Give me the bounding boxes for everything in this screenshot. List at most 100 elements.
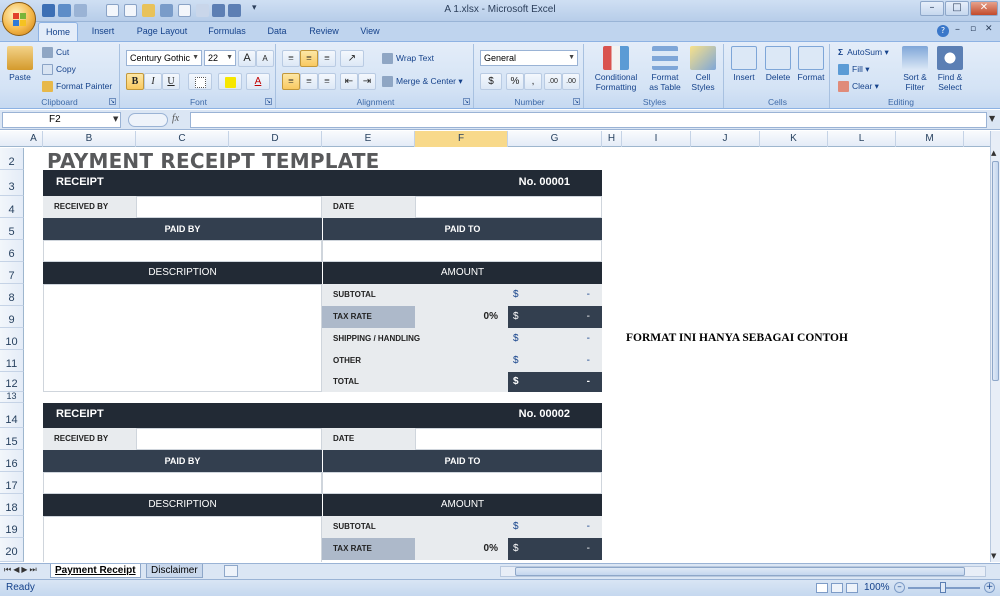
fill-button[interactable]: Fill ▾ bbox=[838, 64, 870, 76]
chevron-down-icon[interactable]: ▼ bbox=[113, 115, 118, 123]
receipt-2-paid-to-input[interactable] bbox=[322, 472, 602, 494]
fill-color-button[interactable] bbox=[218, 73, 242, 90]
percent-button[interactable]: % bbox=[506, 73, 524, 90]
tab-review[interactable]: Review bbox=[302, 22, 346, 41]
delete-cells-button[interactable]: Delete bbox=[762, 46, 794, 82]
column-header-l[interactable]: L bbox=[828, 131, 896, 147]
scroll-up-icon[interactable]: ▲ bbox=[991, 149, 996, 157]
receipt-1-other-value[interactable]: $ - bbox=[508, 350, 602, 372]
worksheet-grid[interactable]: PAYMENT RECEIPT TEMPLATE RECEIPT No. 000… bbox=[25, 148, 990, 562]
number-launcher-icon[interactable]: ↘ bbox=[573, 98, 580, 105]
italic-button[interactable]: I bbox=[144, 73, 162, 90]
name-box[interactable]: F2 bbox=[2, 112, 121, 128]
row-header-8[interactable]: 8 bbox=[0, 284, 24, 306]
sheet-tab-payment-receipt[interactable]: Payment Receipt bbox=[50, 564, 141, 578]
increase-decimal-button[interactable]: .00 bbox=[544, 73, 562, 90]
borders-button[interactable] bbox=[188, 73, 212, 90]
column-header-g[interactable]: G bbox=[508, 131, 602, 147]
minimize-button[interactable]: – bbox=[920, 1, 944, 16]
receipt-1-date-input[interactable] bbox=[415, 196, 602, 218]
orientation-button[interactable]: ↗ bbox=[340, 50, 364, 67]
format-as-table-button[interactable]: Format as Table bbox=[644, 46, 686, 92]
scroll-down-icon[interactable]: ▼ bbox=[991, 552, 996, 560]
receipt-2-date-input[interactable] bbox=[415, 428, 602, 450]
underline-button[interactable]: U bbox=[162, 73, 180, 90]
row-header-7[interactable]: 7 bbox=[0, 262, 24, 284]
column-header-d[interactable]: D bbox=[229, 131, 322, 147]
copy-button[interactable]: Copy bbox=[42, 64, 76, 76]
row-header-20[interactable]: 20 bbox=[0, 538, 24, 562]
row-header-16[interactable]: 16 bbox=[0, 450, 24, 472]
row-header-13[interactable]: 13 bbox=[0, 392, 24, 403]
clear-button[interactable]: Clear ▾ bbox=[838, 81, 879, 93]
column-header-c[interactable]: C bbox=[136, 131, 229, 147]
align-left-button[interactable]: ≡ bbox=[282, 73, 300, 90]
sheet-navigation-icon[interactable]: ⏮◀▶⏭ bbox=[4, 565, 39, 575]
receipt-1-shipping-value[interactable]: $ - bbox=[508, 328, 602, 350]
font-name-select[interactable]: Century Gothic ▼ bbox=[126, 50, 202, 66]
receipt-1-received-by-input[interactable] bbox=[136, 196, 322, 218]
tab-insert[interactable]: Insert bbox=[84, 22, 122, 41]
column-header-e[interactable]: E bbox=[322, 131, 415, 147]
column-header-i[interactable]: I bbox=[622, 131, 691, 147]
row-header-2[interactable]: 2 bbox=[0, 148, 24, 170]
align-top-button[interactable]: ≡ bbox=[282, 50, 300, 67]
wrap-text-button[interactable]: Wrap Text bbox=[382, 53, 434, 65]
align-middle-button[interactable]: ≡ bbox=[300, 50, 318, 67]
row-header-5[interactable]: 5 bbox=[0, 218, 24, 240]
receipt-2-tax-rate-value[interactable]: 0% bbox=[415, 538, 508, 560]
close-button[interactable]: ✕ bbox=[970, 1, 998, 16]
currency-button[interactable]: $ bbox=[480, 73, 502, 90]
cell-styles-button[interactable]: Cell Styles bbox=[686, 46, 720, 92]
receipt-1-paid-to-input[interactable] bbox=[322, 240, 602, 262]
zoom-level[interactable]: 100% bbox=[864, 582, 890, 593]
tab-home[interactable]: Home bbox=[38, 22, 78, 41]
insert-sheet-icon[interactable] bbox=[224, 565, 238, 577]
insert-function-button[interactable]: fx bbox=[172, 113, 179, 124]
bold-button[interactable]: B bbox=[126, 73, 144, 90]
format-cells-button[interactable]: Format bbox=[794, 46, 828, 82]
font-size-select[interactable]: 22 ▼ bbox=[204, 50, 236, 66]
scrollbar-thumb[interactable] bbox=[992, 161, 999, 381]
row-header-9[interactable]: 9 bbox=[0, 306, 24, 328]
alignment-launcher-icon[interactable]: ↘ bbox=[463, 98, 470, 105]
format-painter-button[interactable]: Format Painter bbox=[42, 81, 112, 93]
workbook-restore-icon[interactable]: ▫ bbox=[970, 24, 976, 34]
comma-button[interactable]: , bbox=[524, 73, 542, 90]
horizontal-scrollbar[interactable] bbox=[500, 566, 986, 577]
column-header-j[interactable]: J bbox=[691, 131, 760, 147]
workbook-close-icon[interactable]: ✕ bbox=[985, 24, 993, 34]
cut-button[interactable]: Cut bbox=[42, 47, 69, 59]
sort-filter-button[interactable]: Sort & Filter bbox=[898, 46, 932, 92]
tab-formulas[interactable]: Formulas bbox=[202, 22, 252, 41]
office-button[interactable] bbox=[2, 2, 36, 36]
row-header-12[interactable]: 12 bbox=[0, 372, 24, 392]
row-header-19[interactable]: 19 bbox=[0, 516, 24, 538]
help-icon[interactable]: ? bbox=[937, 25, 949, 37]
expand-formula-bar-icon[interactable]: ▼ bbox=[989, 114, 995, 123]
receipt-1-description-area[interactable] bbox=[43, 284, 322, 392]
receipt-2-paid-by-input[interactable] bbox=[43, 472, 322, 494]
sheet-tab-disclaimer[interactable]: Disclaimer bbox=[146, 564, 203, 578]
row-header-15[interactable]: 15 bbox=[0, 428, 24, 450]
font-launcher-icon[interactable]: ↘ bbox=[265, 98, 272, 105]
tab-data[interactable]: Data bbox=[260, 22, 294, 41]
vertical-scrollbar[interactable]: ▲ ▼ bbox=[990, 131, 1000, 562]
paste-button[interactable]: Paste bbox=[5, 46, 35, 82]
decrease-decimal-button[interactable]: .00 bbox=[562, 73, 580, 90]
row-header-10[interactable]: 10 bbox=[0, 328, 24, 350]
tab-view[interactable]: View bbox=[354, 22, 386, 41]
zoom-out-icon[interactable]: – bbox=[894, 582, 905, 593]
column-header-a[interactable]: A bbox=[25, 131, 43, 147]
insert-cells-button[interactable]: Insert bbox=[728, 46, 760, 82]
merge-center-button[interactable]: Merge & Center ▾ bbox=[382, 76, 463, 88]
horizontal-scrollbar-thumb[interactable] bbox=[515, 567, 965, 576]
conditional-formatting-button[interactable]: Conditional Formatting bbox=[590, 46, 642, 92]
column-header-k[interactable]: K bbox=[760, 131, 828, 147]
row-header-6[interactable]: 6 bbox=[0, 240, 24, 262]
row-header-14[interactable]: 14 bbox=[0, 403, 24, 428]
receipt-1-subtotal-value[interactable]: $ - bbox=[508, 284, 602, 306]
formula-input[interactable] bbox=[190, 112, 987, 128]
receipt-1-tax-rate-value[interactable]: 0% bbox=[415, 306, 508, 328]
page-layout-view-icon[interactable] bbox=[831, 583, 843, 593]
